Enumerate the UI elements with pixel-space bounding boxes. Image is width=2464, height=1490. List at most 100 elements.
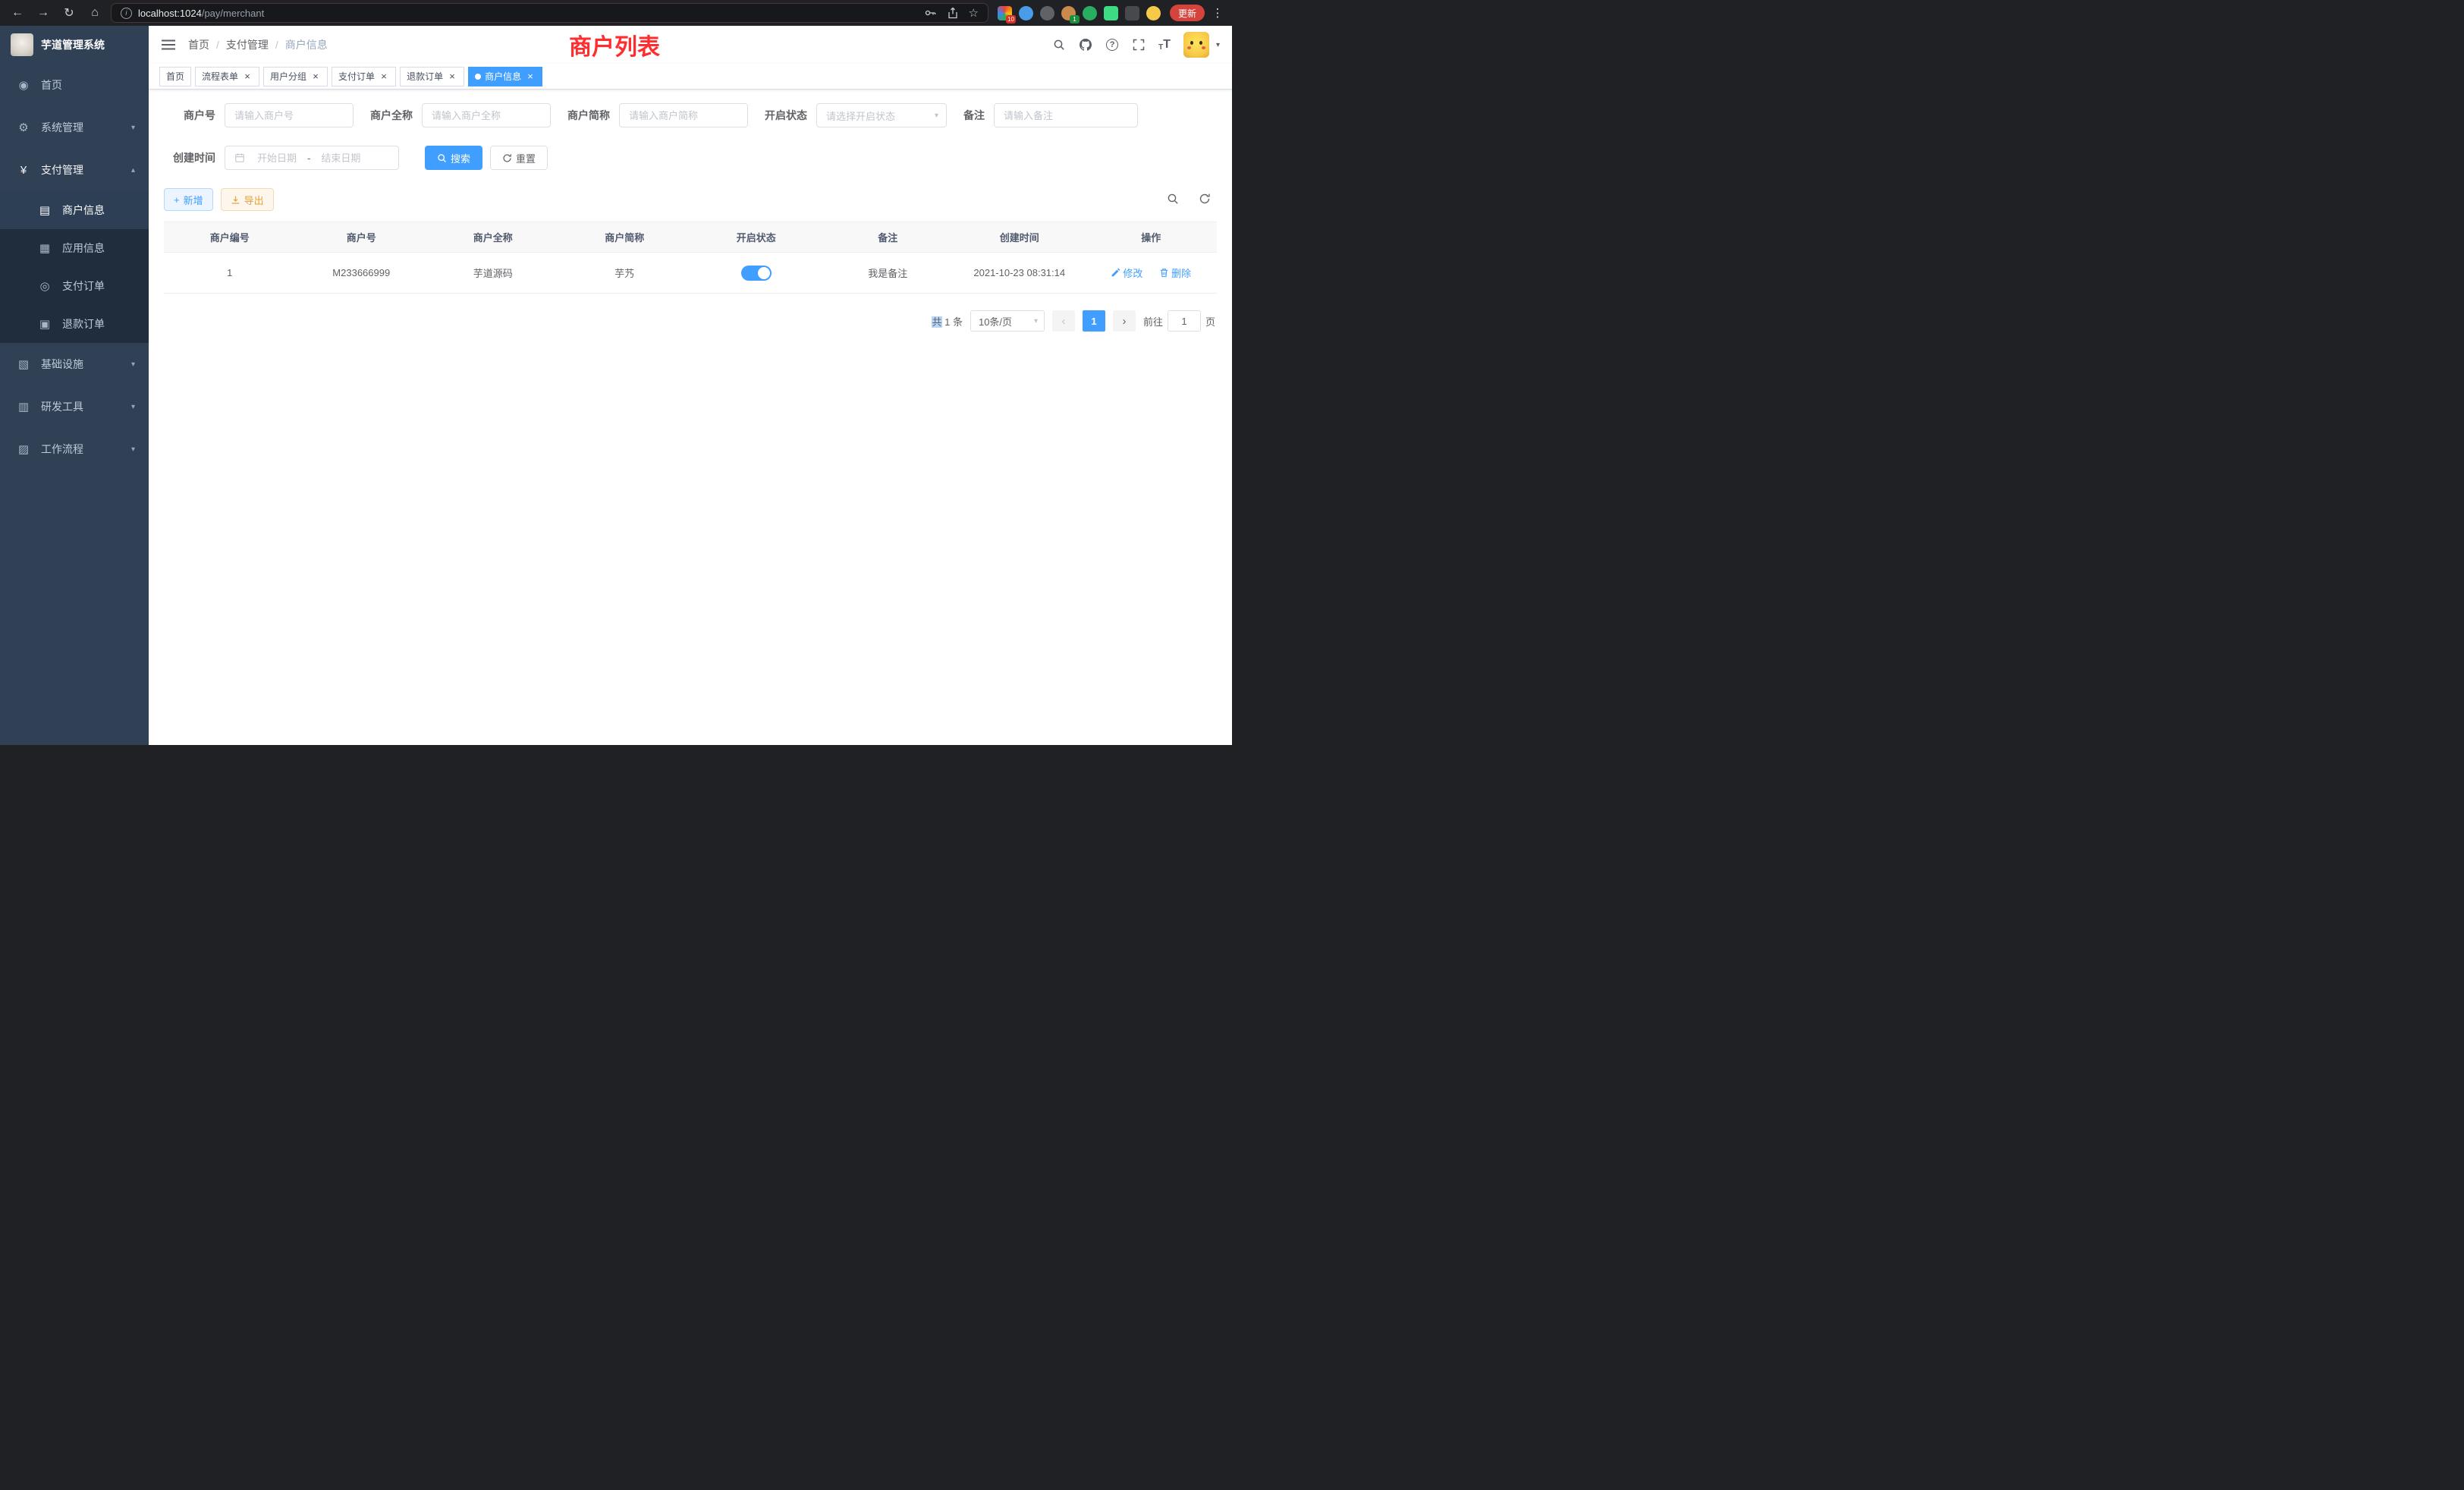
tab-home[interactable]: 首页 <box>159 67 191 86</box>
sidebar-item-label: 商户信息 <box>62 203 135 218</box>
status-toggle[interactable] <box>741 266 772 281</box>
sidebar-item-label: 退款订单 <box>62 316 135 332</box>
breadcrumb-payment[interactable]: 支付管理 <box>226 37 269 52</box>
extension-dark-icon[interactable] <box>1040 6 1054 20</box>
filter-status: 开启状态 请选择开启状态 ▾ <box>765 103 947 127</box>
cell-merchant-short: 芋艿 <box>559 253 691 294</box>
page-size-select[interactable]: 10条/页 ▾ <box>970 310 1045 332</box>
filter-row-2: 创建时间 - 搜索 重置 <box>164 146 1217 170</box>
breadcrumb-separator: / <box>216 39 219 51</box>
edit-link-label: 修改 <box>1123 266 1142 280</box>
add-button[interactable]: + 新增 <box>164 188 213 211</box>
sidebar-toggle-icon[interactable] <box>161 37 176 52</box>
tab-process-form[interactable]: 流程表单 × <box>195 67 259 86</box>
chevron-down-icon: ▾ <box>1034 317 1038 325</box>
end-date-input[interactable] <box>314 152 367 164</box>
filter-label: 商户简称 <box>567 108 610 123</box>
prev-page-button[interactable]: ‹ <box>1052 310 1075 332</box>
dashboard-icon: ◉ <box>15 78 32 92</box>
browser-forward-button[interactable]: → <box>33 3 53 23</box>
sidebar-item-label: 基础设施 <box>41 357 131 372</box>
tab-refund-order[interactable]: 退款订单 × <box>400 67 464 86</box>
merchant-name-input[interactable] <box>422 103 551 127</box>
filter-label: 创建时间 <box>164 150 215 165</box>
sidebar-item-infrastructure[interactable]: ▧ 基础设施 ▾ <box>0 343 149 385</box>
user-avatar[interactable] <box>1183 32 1209 58</box>
browser-update-button[interactable]: 更新 <box>1170 5 1205 21</box>
status-select[interactable]: 请选择开启状态 ▾ <box>816 103 947 127</box>
start-date-input[interactable] <box>250 152 303 164</box>
toggle-search-icon[interactable] <box>1167 193 1180 206</box>
export-button[interactable]: 导出 <box>221 188 274 211</box>
cell-remark: 我是备注 <box>822 253 954 294</box>
reset-button[interactable]: 重置 <box>490 146 548 170</box>
extension-blue-icon[interactable] <box>1019 6 1033 20</box>
font-size-icon[interactable]: TT <box>1158 38 1171 52</box>
bookmark-star-icon[interactable]: ☆ <box>969 6 979 20</box>
tab-merchant-info[interactable]: 商户信息 × <box>468 67 542 86</box>
browser-menu-icon[interactable]: ⋮ <box>1211 6 1224 20</box>
merchant-table: 商户编号 商户号 商户全称 商户简称 开启状态 备注 创建时间 操作 1 M23… <box>164 222 1217 294</box>
sidebar-item-dev-tools[interactable]: ▥ 研发工具 ▾ <box>0 385 149 428</box>
merchant-no-input[interactable] <box>225 103 354 127</box>
user-menu-caret-icon[interactable]: ▾ <box>1216 41 1220 49</box>
extension-pin-icon[interactable] <box>1125 6 1139 20</box>
table-toolbar: + 新增 导出 <box>164 188 1217 211</box>
sidebar-item-system[interactable]: ⚙ 系统管理 ▾ <box>0 106 149 149</box>
sidebar-item-merchant-info[interactable]: ▤ 商户信息 <box>0 191 149 229</box>
browser-reload-button[interactable]: ↻ <box>59 3 79 23</box>
refresh-icon[interactable] <box>1199 193 1212 206</box>
merchant-short-input[interactable] <box>619 103 748 127</box>
password-key-icon[interactable] <box>923 6 937 20</box>
tab-label: 商户信息 <box>485 70 521 83</box>
filter-remark: 备注 <box>963 103 1138 127</box>
extension-colorful-icon[interactable]: 10 <box>998 6 1012 20</box>
extension-green-icon[interactable] <box>1083 6 1097 20</box>
extension-orange-icon[interactable]: 1 <box>1061 6 1076 20</box>
close-icon[interactable]: × <box>242 71 253 82</box>
sidebar-item-app-info[interactable]: ▦ 应用信息 <box>0 229 149 267</box>
help-icon[interactable]: ? <box>1105 38 1119 52</box>
next-page-button[interactable]: › <box>1113 310 1136 332</box>
fullscreen-icon[interactable] <box>1132 38 1146 52</box>
delete-link[interactable]: 删除 <box>1159 266 1191 280</box>
col-create-time: 创建时间 <box>954 222 1086 253</box>
cell-status <box>690 253 822 294</box>
share-icon[interactable] <box>946 6 960 20</box>
app-logo-row[interactable]: 芋道管理系统 <box>0 26 149 64</box>
close-icon[interactable]: × <box>525 71 536 82</box>
site-info-icon[interactable]: i <box>121 8 132 19</box>
github-icon[interactable] <box>1079 38 1092 52</box>
page-1-button[interactable]: 1 <box>1083 310 1105 332</box>
close-icon[interactable]: × <box>379 71 389 82</box>
search-icon[interactable] <box>1052 38 1066 52</box>
sidebar-item-refund-order[interactable]: ▣ 退款订单 <box>0 305 149 343</box>
browser-home-button[interactable]: ⌂ <box>85 3 105 23</box>
extension-note-icon[interactable] <box>1104 6 1118 20</box>
create-time-range-picker[interactable]: - <box>225 146 399 170</box>
browser-back-button[interactable]: ← <box>8 3 27 23</box>
address-bar[interactable]: i localhost:1024/pay/merchant ☆ <box>111 3 988 23</box>
edit-link[interactable]: 修改 <box>1111 266 1142 280</box>
remark-input[interactable] <box>994 103 1138 127</box>
url-host: localhost:1024 <box>138 8 202 19</box>
filter-label: 备注 <box>963 108 985 123</box>
goto-page-input[interactable] <box>1168 310 1201 332</box>
filter-merchant-name: 商户全称 <box>370 103 551 127</box>
breadcrumb-home[interactable]: 首页 <box>188 37 209 52</box>
sidebar-menu: ◉ 首页 ⚙ 系统管理 ▾ ¥ 支付管理 ▴ ▤ 商户信息 ▦ 应用信 <box>0 64 149 745</box>
tab-user-group[interactable]: 用户分组 × <box>263 67 328 86</box>
sidebar-item-workflow[interactable]: ▨ 工作流程 ▾ <box>0 428 149 470</box>
close-icon[interactable]: × <box>447 71 457 82</box>
sidebar-item-home[interactable]: ◉ 首页 <box>0 64 149 106</box>
col-remark: 备注 <box>822 222 954 253</box>
table-header-row: 商户编号 商户号 商户全称 商户简称 开启状态 备注 创建时间 操作 <box>164 222 1217 253</box>
sidebar: 芋道管理系统 ◉ 首页 ⚙ 系统管理 ▾ ¥ 支付管理 ▴ ▤ 商户信息 <box>0 26 149 745</box>
toolbox-icon: ▥ <box>15 400 32 413</box>
close-icon[interactable]: × <box>310 71 321 82</box>
sidebar-item-payment[interactable]: ¥ 支付管理 ▴ <box>0 149 149 191</box>
extension-face-icon[interactable] <box>1146 6 1161 20</box>
sidebar-item-pay-order[interactable]: ◎ 支付订单 <box>0 267 149 305</box>
search-button[interactable]: 搜索 <box>425 146 482 170</box>
tab-pay-order[interactable]: 支付订单 × <box>332 67 396 86</box>
